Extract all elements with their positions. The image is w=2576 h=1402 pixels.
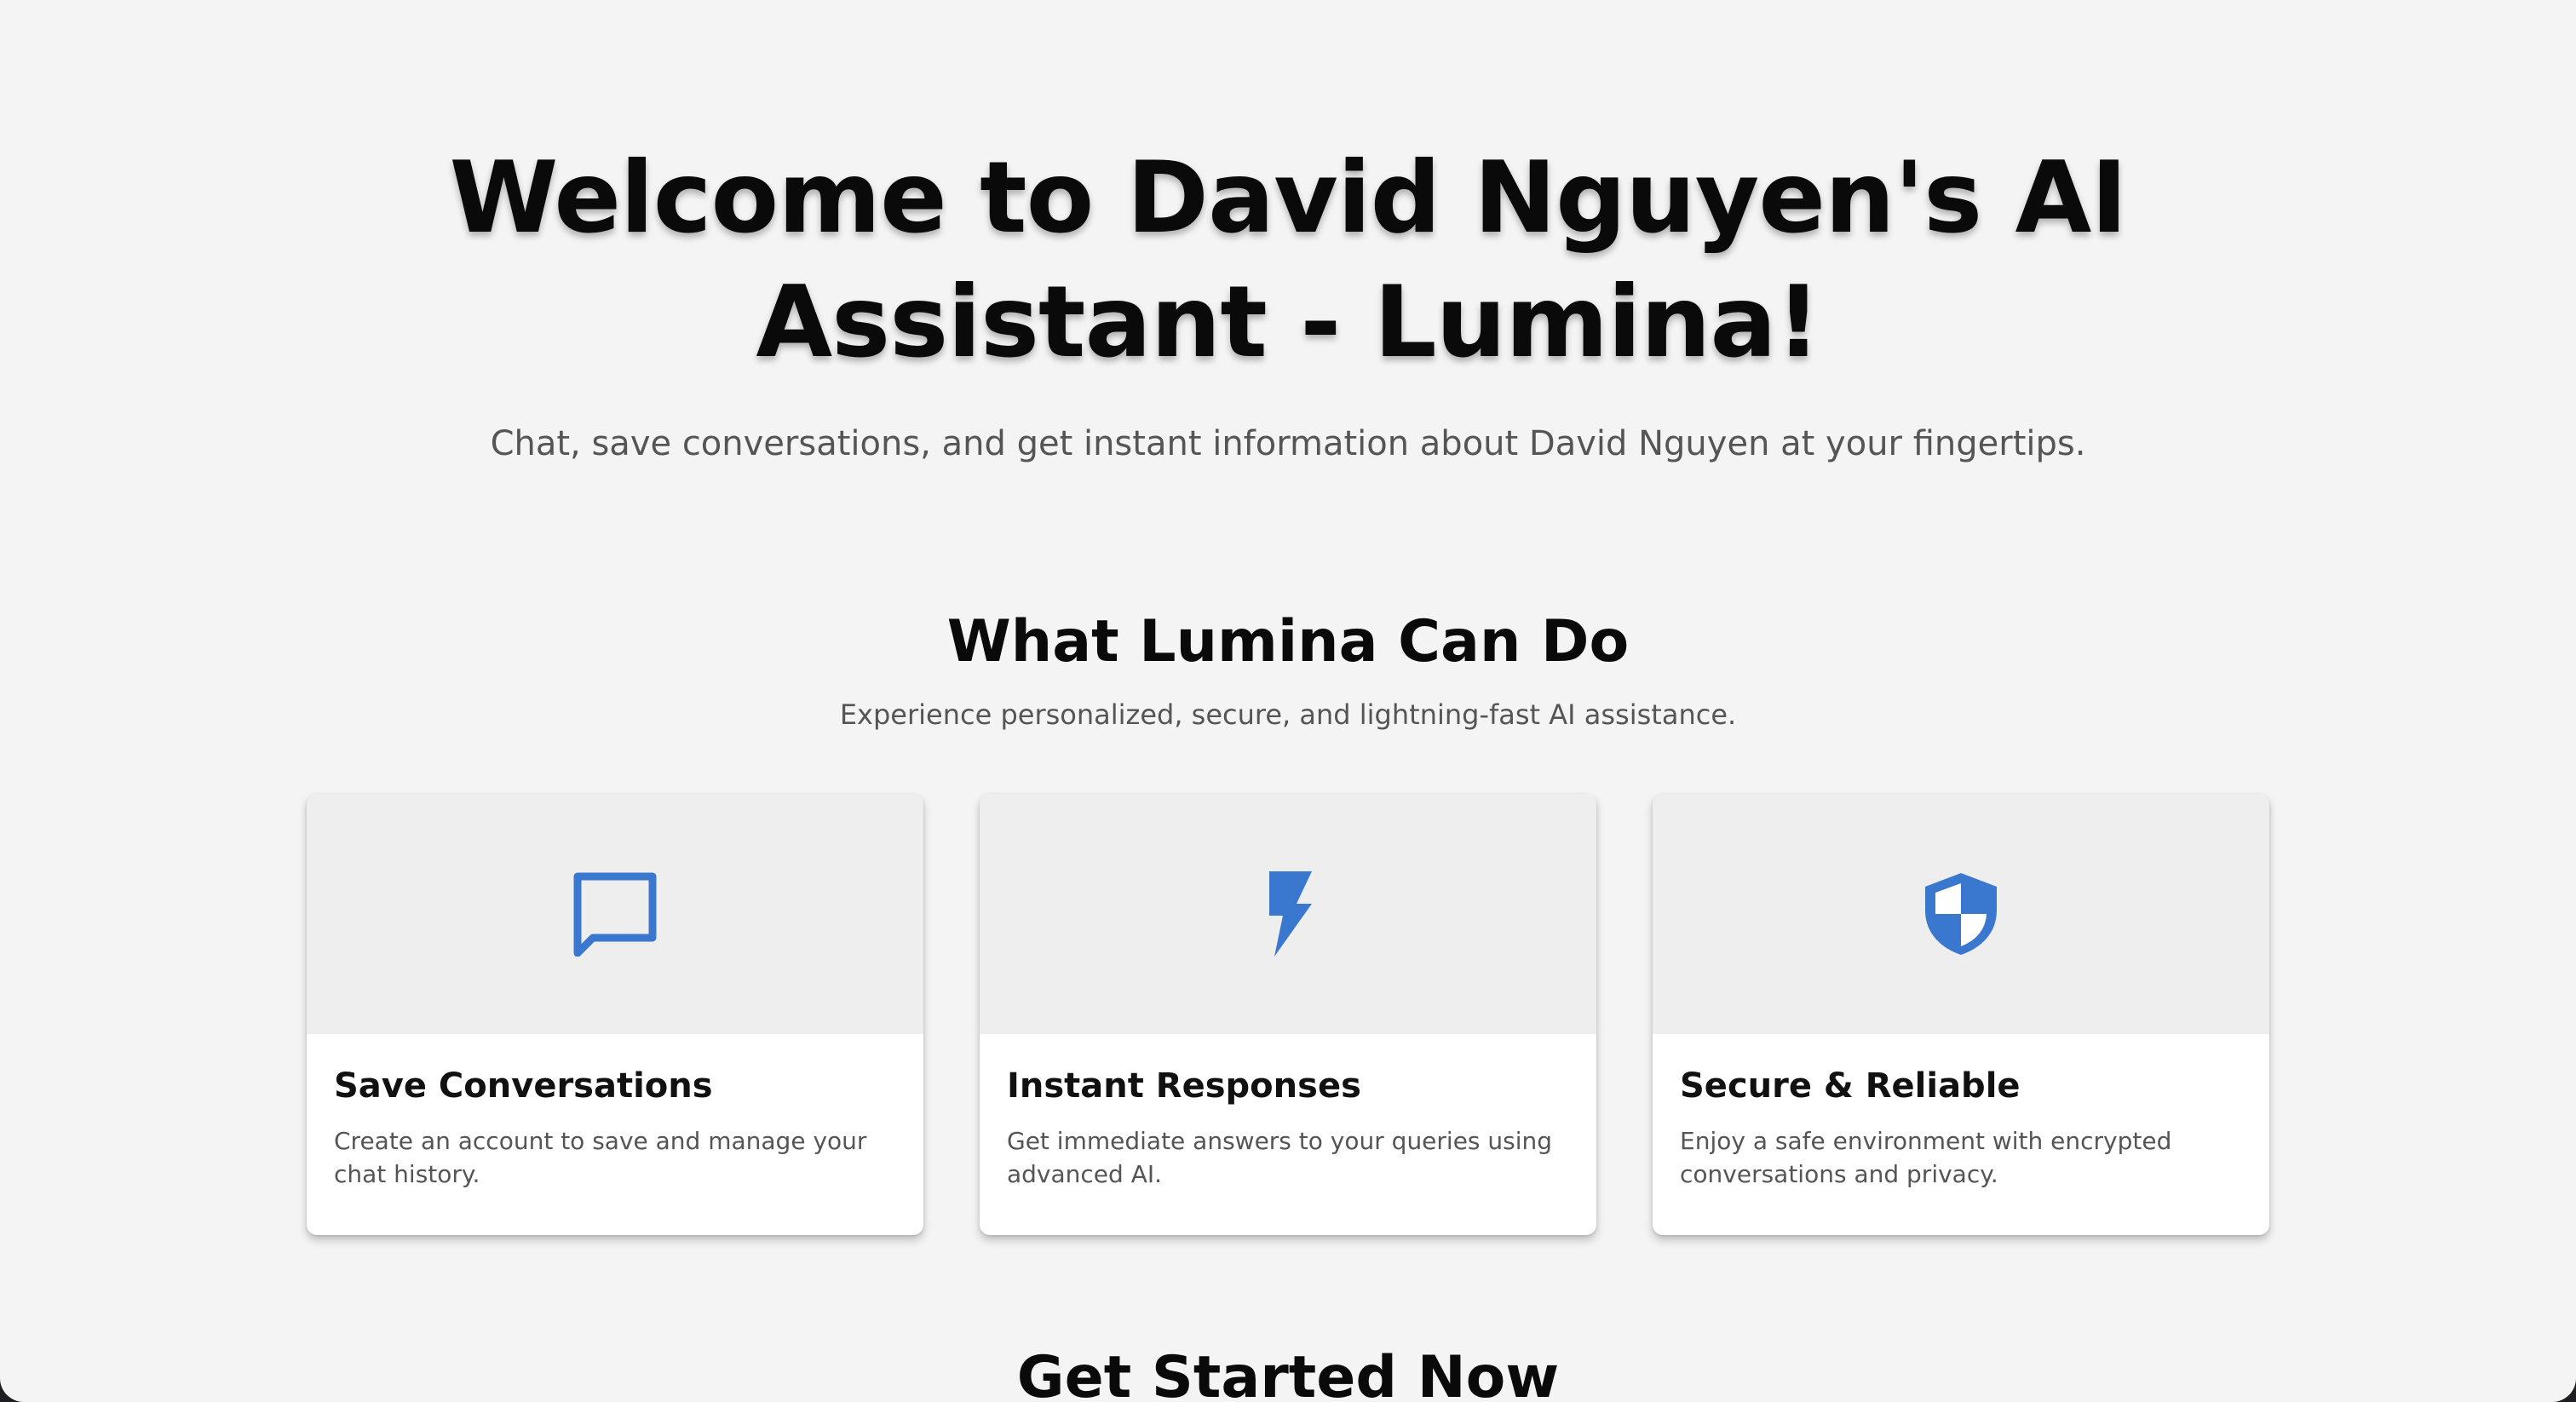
feature-card-text: Enjoy a safe environment with encrypted … [1680, 1127, 2172, 1188]
feature-card-title: Secure & Reliable [1680, 1066, 2021, 1106]
features-title: What Lumina Can Do [946, 608, 1630, 675]
hero-subtitle: Chat, save conversations, and get instan… [490, 424, 2086, 463]
feature-card-media [1653, 794, 2269, 1034]
feature-card-text: Create an account to save and manage you… [334, 1127, 867, 1188]
get-started-title: Get Started Now [1016, 1344, 1560, 1402]
feature-card-save-conversations: Save Conversations Create an account to … [307, 794, 923, 1235]
feature-card-secure-reliable: Secure & Reliable Enjoy a safe environme… [1653, 794, 2269, 1235]
feature-card-title: Save Conversations [334, 1066, 713, 1106]
feature-card-media [307, 794, 923, 1034]
hero-title: Welcome to David Nguyen's AI Assistant -… [449, 141, 2128, 380]
shield-icon [1925, 873, 1997, 955]
feature-card-media [980, 794, 1596, 1034]
features-subtitle: Experience personalized, secure, and lig… [839, 698, 1737, 731]
feature-card-instant-responses: Instant Responses Get immediate answers … [980, 794, 1596, 1235]
feature-card-title: Instant Responses [1007, 1066, 1361, 1106]
landing-page: Welcome to David Nguyen's AI Assistant -… [0, 0, 2576, 1402]
chat-bubble-icon [573, 872, 657, 957]
feature-card-text: Get immediate answers to your queries us… [1007, 1127, 1553, 1188]
lightning-bolt-icon [1269, 871, 1312, 957]
